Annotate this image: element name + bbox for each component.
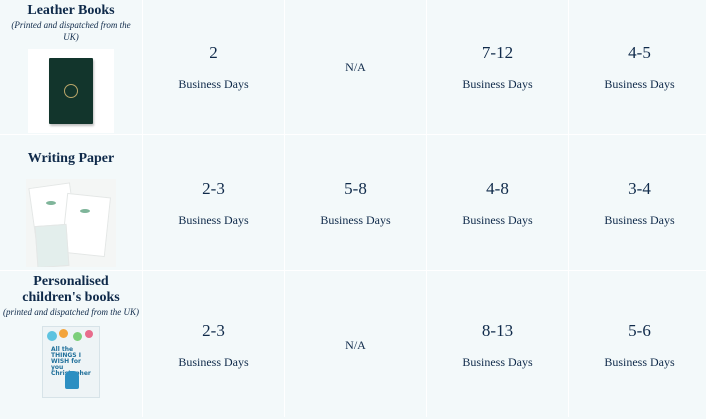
time-cell: 5-8 Business Days: [285, 135, 426, 270]
days-value: N/A: [345, 337, 366, 352]
time-cell: 4-5 Business Days: [569, 0, 706, 134]
time-cell: N/A: [285, 271, 426, 419]
days-value: 4-8: [486, 178, 509, 198]
days-unit: Business Days: [178, 355, 249, 369]
days-value: 5-8: [344, 178, 367, 198]
days-value: 2-3: [202, 178, 225, 198]
days-unit: Business Days: [462, 355, 533, 369]
days-value: N/A: [345, 59, 366, 74]
writing-paper-image: [26, 179, 116, 267]
days-value: 2-3: [202, 321, 225, 340]
product-cell-writing-paper: Writing Paper: [0, 135, 142, 270]
days-unit: Business Days: [604, 355, 675, 369]
emboss-icon: [64, 84, 78, 98]
days-unit: Business Days: [178, 212, 249, 227]
product-title: Personalised children's books: [22, 274, 120, 305]
days-value: 2: [209, 43, 218, 62]
time-cell: 8-13 Business Days: [427, 271, 568, 419]
days-unit: Business Days: [178, 77, 249, 91]
balloon-icon: [59, 329, 68, 338]
days-value: 3-4: [628, 178, 651, 198]
product-subtitle: (Printed and dispatched from the UK): [11, 20, 131, 42]
product-cell-leather-books: Leather Books (Printed and dispatched fr…: [0, 0, 142, 134]
leaf-icon: [46, 201, 56, 205]
delivery-times-table: Leather Books (Printed and dispatched fr…: [0, 0, 706, 419]
product-cell-childrens-books: Personalised children's books (printed a…: [0, 271, 142, 419]
days-unit: Business Days: [462, 212, 533, 227]
child-figure-icon: [65, 371, 79, 389]
days-value: 7-12: [481, 43, 514, 62]
product-subtitle: (printed and dispatched from the UK): [3, 307, 139, 317]
days-value: 8-13: [481, 321, 514, 340]
days-unit: Business Days: [604, 77, 675, 91]
days-unit: Business Days: [320, 212, 391, 227]
days-value: 5-6: [628, 321, 651, 340]
days-value: 4-5: [628, 43, 651, 62]
time-cell: 2 Business Days: [143, 0, 284, 134]
paper-sheet: [60, 192, 112, 258]
time-cell: 2-3 Business Days: [143, 135, 284, 270]
book-cover: [49, 58, 93, 124]
days-unit: Business Days: [462, 77, 533, 91]
time-cell: 5-6 Business Days: [569, 271, 706, 419]
time-cell: N/A: [285, 0, 426, 134]
time-cell: 2-3 Business Days: [143, 271, 284, 419]
product-title: Leather Books: [27, 3, 115, 18]
time-cell: 3-4 Business Days: [569, 135, 706, 270]
balloon-icon: [73, 332, 82, 341]
balloon-icon: [85, 330, 93, 338]
product-title: Writing Paper: [27, 151, 115, 166]
time-cell: 4-8 Business Days: [427, 135, 568, 270]
leaf-icon: [80, 209, 90, 213]
envelope: [34, 223, 70, 267]
days-unit: Business Days: [604, 212, 675, 227]
balloon-icon: [47, 331, 57, 341]
time-cell: 7-12 Business Days: [427, 0, 568, 134]
childrens-book-image: All the THINGS I WISH for you Christophe…: [42, 326, 100, 398]
leather-notebook-image: [28, 49, 114, 133]
